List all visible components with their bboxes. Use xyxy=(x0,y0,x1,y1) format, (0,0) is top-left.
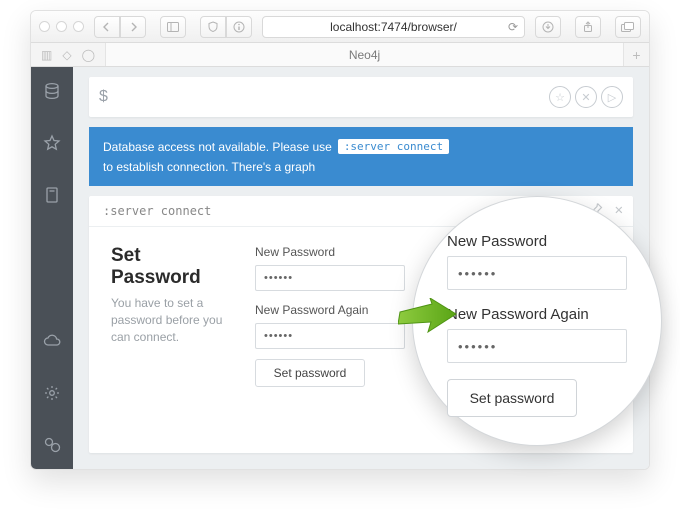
mag-new-password-label: New Password xyxy=(447,233,631,250)
favorite-icon[interactable]: ☆ xyxy=(549,86,571,108)
cloud-icon[interactable] xyxy=(42,331,62,351)
info-button[interactable] xyxy=(226,16,252,38)
about-icon[interactable] xyxy=(42,435,62,455)
gear-icon[interactable] xyxy=(42,383,62,403)
run-icon[interactable]: ▷ xyxy=(601,86,623,108)
mag-new-password-again-label: New Password Again xyxy=(447,306,631,323)
window-controls xyxy=(39,21,84,32)
banner-code: :server connect xyxy=(338,139,449,154)
tab-neo4j[interactable]: Neo4j xyxy=(106,43,623,66)
mag-set-password-button[interactable]: Set password xyxy=(447,379,577,417)
new-password-again-label: New Password Again xyxy=(255,303,405,317)
mag-new-password-again-field[interactable] xyxy=(447,329,627,363)
download-button[interactable] xyxy=(535,16,561,38)
minimize-window-button[interactable] xyxy=(56,21,67,32)
shield-button[interactable] xyxy=(200,16,226,38)
url-bar[interactable]: localhost:7474/browser/ ⟳ xyxy=(262,16,525,38)
github-icon[interactable]: ◯ xyxy=(82,48,95,62)
mag-new-password-field[interactable] xyxy=(447,256,627,290)
document-icon[interactable] xyxy=(42,185,62,205)
close-icon[interactable]: ✕ xyxy=(615,202,623,220)
tabs-button[interactable] xyxy=(615,16,641,38)
sidebar xyxy=(31,67,73,469)
banner-text-prefix: Database access not available. Please us… xyxy=(103,140,332,154)
back-button[interactable] xyxy=(94,16,120,38)
card-description: You have to set a password before you ca… xyxy=(111,295,231,347)
new-password-label: New Password xyxy=(255,245,405,259)
new-password-field[interactable] xyxy=(255,265,405,291)
share-button[interactable] xyxy=(575,16,601,38)
database-icon[interactable] xyxy=(42,81,62,101)
new-tab-button[interactable]: + xyxy=(623,43,649,66)
clear-icon[interactable]: ✕ xyxy=(575,86,597,108)
reload-icon[interactable]: ⟳ xyxy=(508,20,518,34)
banner-text-suffix: to establish connection. There's a graph xyxy=(103,160,315,174)
browser-toolbar: localhost:7474/browser/ ⟳ xyxy=(31,11,649,43)
url-text: localhost:7474/browser/ xyxy=(330,20,457,34)
card-command: :server connect xyxy=(103,204,211,218)
warning-banner: Database access not available. Please us… xyxy=(89,127,633,186)
command-input[interactable] xyxy=(116,90,549,105)
card-heading: Set Password xyxy=(111,245,231,289)
show-sidebar-button[interactable] xyxy=(160,16,186,38)
command-bar: $ ☆ ✕ ▷ xyxy=(89,77,633,117)
new-password-again-field[interactable] xyxy=(255,323,405,349)
zoom-window-button[interactable] xyxy=(73,21,84,32)
magnifier-overlay: New Password New Password Again Set pass… xyxy=(412,196,662,446)
close-window-button[interactable] xyxy=(39,21,50,32)
forward-button[interactable] xyxy=(120,16,146,38)
tab-strip: ▥ ◇ ◯ Neo4j + xyxy=(31,43,649,67)
tab-label: Neo4j xyxy=(349,48,380,62)
set-password-button[interactable]: Set password xyxy=(255,359,365,387)
prompt-symbol: $ xyxy=(99,88,108,106)
star-icon[interactable] xyxy=(42,133,62,153)
diamond-icon[interactable]: ◇ xyxy=(62,48,71,62)
bookmarks-icon[interactable]: ▥ xyxy=(41,48,52,62)
